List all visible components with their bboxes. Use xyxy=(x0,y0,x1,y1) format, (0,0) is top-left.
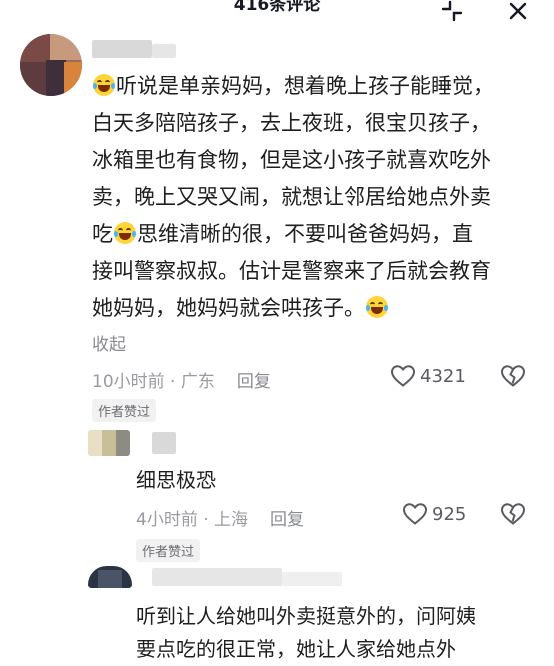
username-blurred-tail xyxy=(152,44,176,58)
minimize-icon[interactable] xyxy=(437,0,467,26)
like-button[interactable]: 925 xyxy=(402,502,466,526)
like-button[interactable]: 4321 xyxy=(390,364,466,388)
reply-button[interactable]: 回复 xyxy=(237,372,271,392)
comment-time: 10小时前 xyxy=(92,372,165,392)
username-blurred-tail xyxy=(282,572,342,586)
comment-line: 冰箱里也有食物，但是这小孩子就喜欢吃外 xyxy=(92,148,491,172)
avatar[interactable] xyxy=(20,34,82,96)
comment-line: 白天多陪陪孩子，去上夜班，很宝贝孩子， xyxy=(92,111,491,135)
collapse-button[interactable]: 收起 xyxy=(92,330,126,355)
comment-location: 广东 xyxy=(180,372,215,392)
heart-icon xyxy=(390,365,416,387)
like-count: 925 xyxy=(432,503,467,525)
avatar[interactable] xyxy=(88,430,130,456)
like-count: 4321 xyxy=(420,365,466,387)
comment-meta: 10小时前 · 广东 回复 xyxy=(92,372,271,392)
username-blurred[interactable] xyxy=(92,40,152,58)
avatar[interactable] xyxy=(88,566,132,588)
comment-line: 卖，晚上又哭又闹，就想让邻居给她点外卖 xyxy=(92,185,491,209)
laugh-cry-emoji xyxy=(93,74,115,96)
dislike-icon[interactable] xyxy=(500,502,526,530)
comment-line-prefix: 吃 xyxy=(92,222,113,246)
dislike-icon[interactable] xyxy=(500,364,526,392)
comment-text: 细思极恐 xyxy=(136,468,216,492)
comment-line: 接叫警察叔叔。估计是警察来了后就会教育 xyxy=(92,259,491,283)
comments-count-title: 416条评论 xyxy=(233,0,321,15)
comment-line: 要点吃的很正常，她让人家给她点外 xyxy=(136,637,456,661)
username-blurred[interactable] xyxy=(152,432,176,454)
comment-location: 上海 xyxy=(214,510,249,530)
username-blurred[interactable] xyxy=(152,568,282,586)
author-liked-badge: 作者赞过 xyxy=(92,399,157,422)
comment-line: 她妈妈，她妈妈就会哄孩子。 xyxy=(92,296,365,320)
author-liked-badge: 作者赞过 xyxy=(136,539,201,562)
comment-text: 听到让人给她叫外卖挺意外的，问阿姨 要点吃的很正常，她让人家给她点外 xyxy=(136,600,546,666)
comment-time: 4小时前 xyxy=(136,510,198,530)
comment-meta: 4小时前 · 上海 回复 xyxy=(136,510,305,530)
reply-button[interactable]: 回复 xyxy=(270,510,304,530)
comment-text: 听说是单亲妈妈，想着晚上孩子能睡觉， 白天多陪陪孩子，去上夜班，很宝贝孩子， 冰… xyxy=(92,68,532,327)
laugh-cry-emoji xyxy=(114,222,136,244)
comment-line: 听说是单亲妈妈，想着晚上孩子能睡觉， xyxy=(116,74,494,98)
laugh-cry-emoji xyxy=(366,296,388,318)
comment-line: 听到让人给她叫外卖挺意外的，问阿姨 xyxy=(136,604,476,628)
heart-icon xyxy=(402,503,428,525)
comment-line: 思维清晰的很，不要叫爸爸妈妈，直 xyxy=(137,222,473,246)
close-icon[interactable] xyxy=(503,0,533,26)
